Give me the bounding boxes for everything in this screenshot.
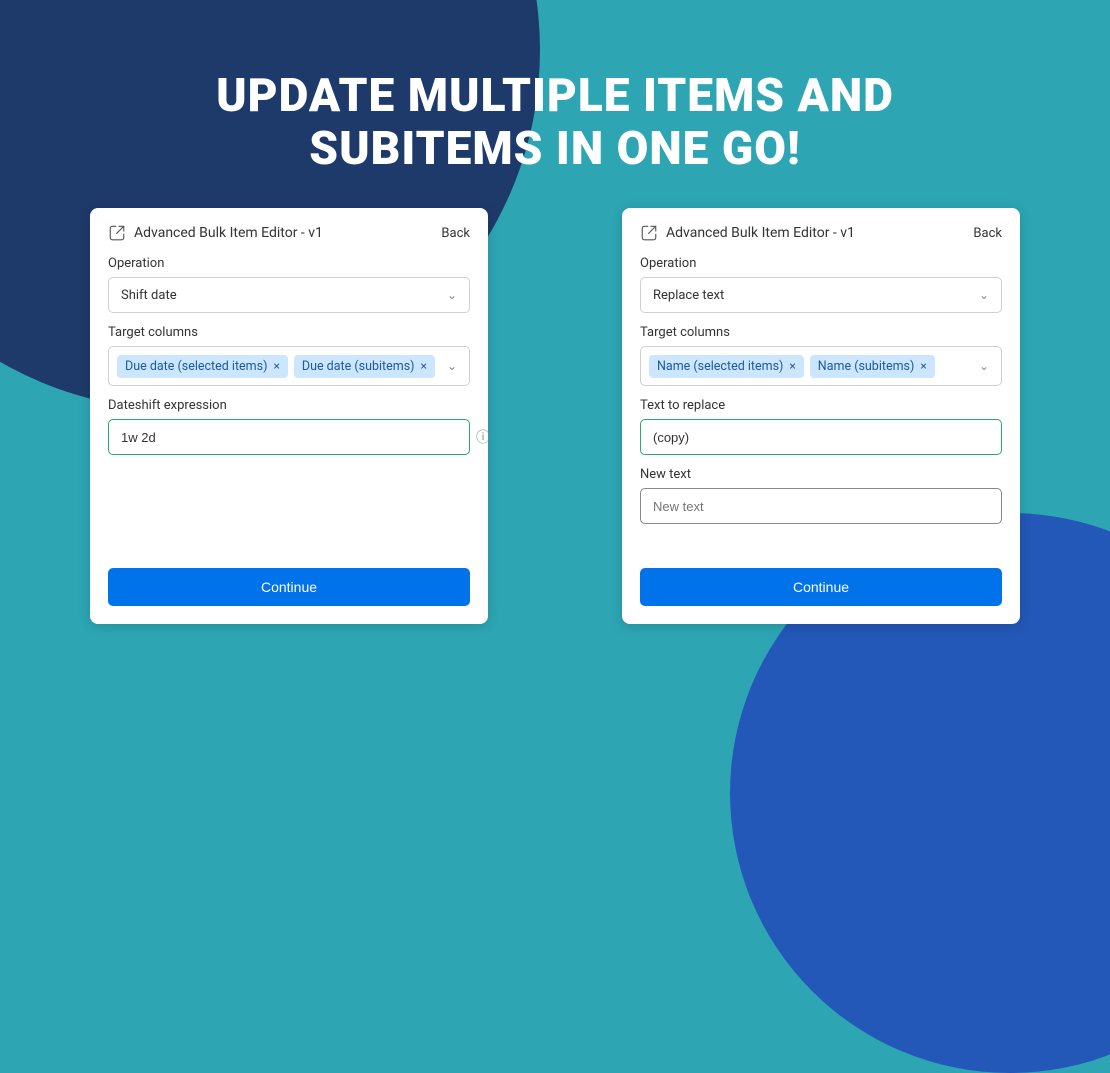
panel-replace-text: Advanced Bulk Item Editor - v1 Back Oper… xyxy=(622,208,1020,624)
continue-button[interactable]: Continue xyxy=(108,568,470,606)
headline: UPDATE MULTIPLE ITEMS AND SUBITEMS IN ON… xyxy=(0,70,1110,176)
chevron-down-icon: ⌄ xyxy=(979,359,989,373)
panel-title: Advanced Bulk Item Editor - v1 xyxy=(134,225,323,241)
dateshift-expression-label: Dateshift expression xyxy=(108,398,470,413)
info-icon[interactable]: ⓘ xyxy=(476,427,490,447)
tag-remove-icon[interactable]: × xyxy=(421,359,427,373)
back-button[interactable]: Back xyxy=(973,226,1002,241)
headline-line2: SUBITEMS IN ONE GO! xyxy=(0,123,1110,176)
app-icon xyxy=(640,224,658,242)
chevron-down-icon: ⌄ xyxy=(447,359,457,373)
headline-line1: UPDATE MULTIPLE ITEMS AND xyxy=(0,70,1110,123)
new-text-input[interactable] xyxy=(640,488,1002,524)
chevron-down-icon: ⌄ xyxy=(447,288,457,302)
chevron-down-icon: ⌄ xyxy=(979,288,989,302)
panel-header: Advanced Bulk Item Editor - v1 Back xyxy=(108,224,470,242)
new-text-label: New text xyxy=(640,467,1002,482)
tag-remove-icon[interactable]: × xyxy=(273,359,279,373)
app-icon xyxy=(108,224,126,242)
tag-label: Due date (subitems) xyxy=(302,359,415,374)
text-to-replace-label: Text to replace xyxy=(640,398,1002,413)
panel-title: Advanced Bulk Item Editor - v1 xyxy=(666,225,855,241)
column-tag: Due date (subitems) × xyxy=(294,355,435,378)
operation-value: Shift date xyxy=(121,288,177,303)
tag-label: Name (subitems) xyxy=(818,359,915,374)
dateshift-expression-input[interactable] xyxy=(108,419,470,455)
panel-shift-date: Advanced Bulk Item Editor - v1 Back Oper… xyxy=(90,208,488,624)
target-columns-label: Target columns xyxy=(640,325,1002,340)
operation-select[interactable]: Shift date ⌄ xyxy=(108,277,470,313)
operation-label: Operation xyxy=(108,256,470,271)
back-button[interactable]: Back xyxy=(441,226,470,241)
tag-remove-icon[interactable]: × xyxy=(920,359,926,373)
target-columns-select[interactable]: Name (selected items) × Name (subitems) … xyxy=(640,346,1002,386)
panel-header: Advanced Bulk Item Editor - v1 Back xyxy=(640,224,1002,242)
target-columns-select[interactable]: Due date (selected items) × Due date (su… xyxy=(108,346,470,386)
operation-value: Replace text xyxy=(653,288,724,303)
column-tag: Name (subitems) × xyxy=(810,355,935,378)
operation-label: Operation xyxy=(640,256,1002,271)
continue-button[interactable]: Continue xyxy=(640,568,1002,606)
target-columns-label: Target columns xyxy=(108,325,470,340)
tag-label: Due date (selected items) xyxy=(125,359,267,374)
operation-select[interactable]: Replace text ⌄ xyxy=(640,277,1002,313)
column-tag: Name (selected items) × xyxy=(649,355,804,378)
tag-remove-icon[interactable]: × xyxy=(789,359,795,373)
column-tag: Due date (selected items) × xyxy=(117,355,288,378)
text-to-replace-input[interactable] xyxy=(640,419,1002,455)
tag-label: Name (selected items) xyxy=(657,359,783,374)
